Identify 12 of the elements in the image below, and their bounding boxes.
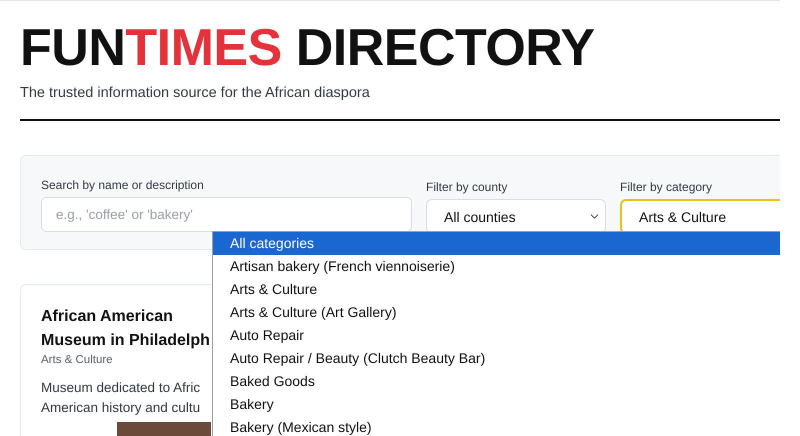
- listing-title: African American Museum in Philadelph: [41, 307, 210, 351]
- search-field[interactable]: e.g., 'coffee' or 'bakery': [41, 197, 412, 232]
- search-label: Search by name or description: [41, 178, 205, 192]
- category-label: Filter by category: [620, 180, 714, 194]
- listing-category: Arts & Culture: [41, 354, 113, 366]
- listing-description: Museum dedicated to Afric American history and cultu: [41, 379, 200, 417]
- county-label: Filter by county: [426, 180, 508, 194]
- site-title: FUNTIMES DIRECTORY: [20, 19, 595, 77]
- county-select[interactable]: All counties: [426, 199, 606, 234]
- site-subtitle: The trusted information source for the African diaspora: [20, 85, 370, 101]
- category-select[interactable]: Arts & Culture: [620, 199, 780, 234]
- dropdown-option[interactable]: All categories: [213, 232, 780, 255]
